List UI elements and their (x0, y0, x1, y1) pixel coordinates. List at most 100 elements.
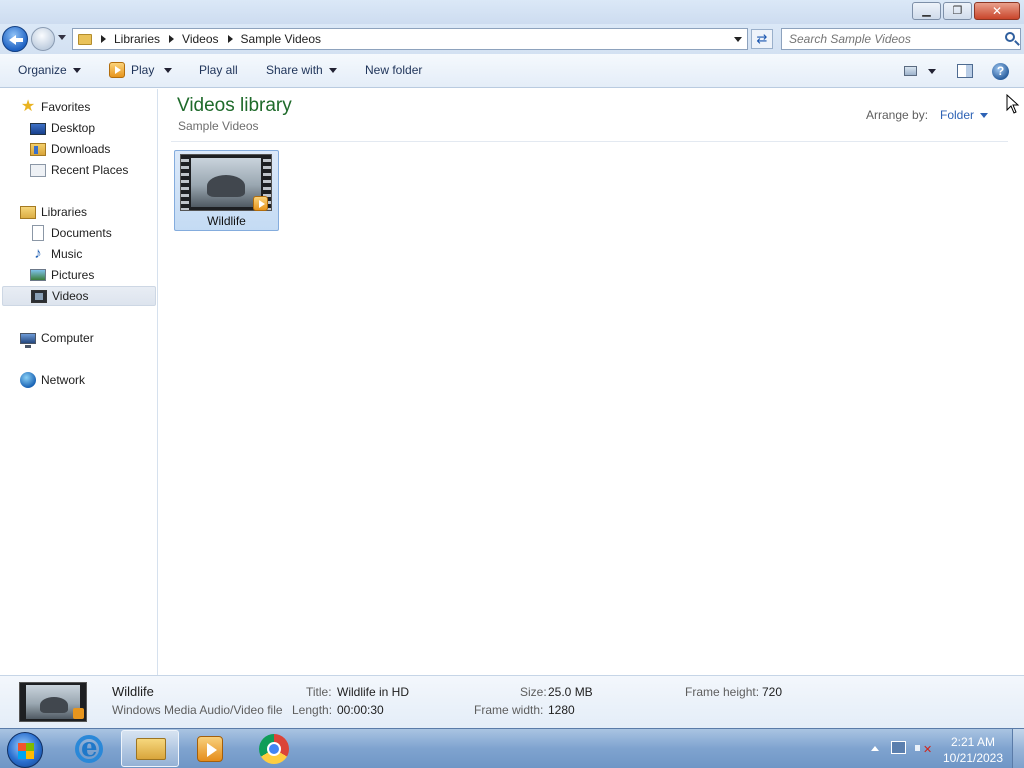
taskbar-internet-explorer[interactable] (60, 730, 118, 767)
address-dropdown-icon[interactable] (734, 37, 742, 42)
nav-libraries[interactable]: Libraries (20, 202, 87, 222)
details-frame-width-value: 1280 (548, 703, 575, 717)
breadcrumb-libraries[interactable]: Libraries (114, 32, 160, 46)
breadcrumb-separator-icon[interactable] (227, 35, 233, 43)
play-button[interactable]: Play (109, 62, 173, 78)
chrome-icon (259, 734, 289, 764)
taskbar: 2:21 AM 10/21/2023 (0, 728, 1024, 768)
close-icon: ✕ (991, 4, 1003, 18)
new-folder-button[interactable]: New folder (365, 63, 422, 77)
videos-icon (31, 289, 47, 303)
address-row: Libraries Videos Sample Videos ⇄ (0, 24, 1024, 54)
chevron-down-icon (72, 67, 81, 73)
organize-button[interactable]: Organize (18, 63, 81, 77)
nav-network[interactable]: Network (20, 370, 85, 390)
new-folder-label: New folder (365, 63, 423, 77)
taskbar-windows-explorer[interactable] (121, 730, 179, 767)
desktop-icon (30, 123, 46, 135)
nav-computer[interactable]: Computer (20, 328, 94, 348)
taskbar-media-player[interactable] (182, 730, 240, 767)
downloads-icon (30, 142, 46, 156)
minimize-icon: ▁ (922, 5, 931, 17)
details-title-value[interactable]: Wildlife in HD (337, 685, 409, 699)
nav-videos[interactable]: Videos (2, 286, 156, 306)
nav-computer-label: Computer (41, 331, 94, 345)
organize-label: Organize (18, 63, 67, 77)
search-input[interactable] (782, 29, 992, 49)
nav-downloads-label: Downloads (51, 142, 111, 156)
folder-icon (78, 33, 92, 45)
nav-documents[interactable]: Documents (30, 223, 112, 243)
window-title-bar[interactable]: ▁ ❐ ✕ (0, 0, 1024, 24)
nav-network-label: Network (41, 373, 86, 387)
breadcrumb-separator-icon[interactable] (169, 35, 175, 43)
star-icon: ★ (20, 98, 36, 115)
share-with-label: Share with (266, 63, 323, 77)
header-divider (171, 141, 1008, 142)
details-size-label: Size: (520, 685, 547, 699)
search-box[interactable] (781, 28, 1021, 50)
thumbnail-rock (40, 697, 68, 713)
breadcrumb-sample-videos[interactable]: Sample Videos (241, 32, 322, 46)
nav-music[interactable]: ♪ Music (30, 244, 82, 264)
share-with-button[interactable]: Share with (266, 63, 337, 77)
forward-button[interactable] (31, 27, 55, 51)
nav-pictures[interactable]: Pictures (30, 265, 94, 285)
show-desktop-button[interactable] (1012, 729, 1024, 768)
pictures-icon (30, 269, 46, 281)
chevron-down-icon[interactable] (164, 67, 173, 73)
details-size-value: 25.0 MB (548, 685, 593, 699)
start-button[interactable] (7, 732, 43, 768)
command-bar: Organize Play Play all Share with New fo… (0, 54, 1024, 88)
refresh-button[interactable]: ⇄ (751, 29, 773, 49)
help-icon[interactable]: ? (992, 63, 1009, 80)
details-frame-width-label: Frame width: (474, 703, 544, 717)
details-title-label: Title: (306, 685, 332, 699)
details-pane: Wildlife Windows Media Audio/Video file … (0, 675, 1024, 728)
network-icon (20, 372, 36, 388)
chevron-down-icon (980, 112, 989, 118)
details-thumbnail (19, 682, 87, 722)
play-all-button[interactable]: Play all (199, 63, 238, 77)
restore-button[interactable]: ❐ (943, 2, 972, 20)
nav-desktop[interactable]: Desktop (30, 118, 95, 138)
nav-downloads[interactable]: Downloads (30, 139, 110, 159)
back-button[interactable] (2, 26, 28, 52)
window-controls: ▁ ❐ ✕ (910, 2, 1020, 20)
nav-pictures-label: Pictures (51, 268, 95, 282)
library-title: Videos library (177, 95, 292, 116)
arrange-by-label: Arrange by: (866, 108, 929, 122)
windows-explorer-icon (136, 738, 166, 760)
taskbar-chrome[interactable] (245, 730, 303, 767)
music-note-icon: ♪ (34, 245, 42, 262)
arrange-by-dropdown[interactable]: Folder (940, 108, 989, 122)
nav-favorites[interactable]: ★ Favorites (20, 97, 91, 117)
play-icon (109, 62, 125, 78)
clock-time: 2:21 AM (950, 735, 996, 749)
show-hidden-icons-icon[interactable] (871, 746, 879, 751)
minimize-button[interactable]: ▁ (912, 2, 941, 20)
breadcrumb-separator-icon[interactable] (101, 35, 106, 43)
change-view-icon[interactable] (904, 66, 917, 76)
nav-recent-places[interactable]: Recent Places (30, 160, 128, 180)
documents-icon (32, 225, 44, 241)
nav-desktop-label: Desktop (51, 121, 96, 135)
play-label: Play (131, 63, 155, 77)
recent-places-icon (30, 163, 46, 177)
address-bar[interactable]: Libraries Videos Sample Videos (72, 28, 748, 50)
system-clock[interactable]: 2:21 AM 10/21/2023 (936, 734, 1010, 766)
nav-libraries-label: Libraries (41, 205, 88, 219)
windows-logo-icon (18, 743, 34, 759)
preview-pane-icon[interactable] (957, 64, 973, 78)
internet-explorer-icon (75, 733, 103, 763)
close-button[interactable]: ✕ (974, 2, 1020, 20)
breadcrumb-videos[interactable]: Videos (182, 32, 218, 46)
network-status-icon[interactable] (891, 741, 906, 754)
volume-muted-icon[interactable] (915, 741, 932, 756)
file-item-wildlife[interactable]: Wildlife (174, 150, 279, 231)
search-icon[interactable] (1005, 32, 1015, 42)
recent-pages-dropdown[interactable] (58, 35, 66, 40)
file-list-area[interactable]: Videos library Sample Videos Arrange by:… (159, 89, 1024, 675)
nav-videos-label: Videos (52, 289, 89, 303)
view-options-dropdown[interactable] (928, 69, 936, 74)
